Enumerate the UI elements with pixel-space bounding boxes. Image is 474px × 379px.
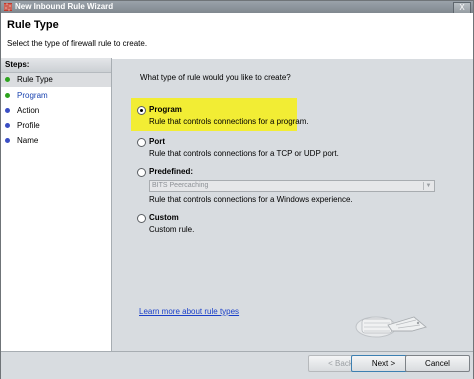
main-content: What type of rule would you like to crea…	[112, 59, 473, 351]
option-title[interactable]: Predefined:	[149, 167, 193, 176]
predefined-radio[interactable]	[137, 168, 146, 177]
steps-header: Steps:	[1, 58, 111, 73]
steps-heading: Steps:	[5, 60, 30, 69]
option-title[interactable]: Program	[149, 105, 182, 114]
predefined-select-value: BITS Peercaching	[152, 182, 209, 189]
selection-highlight	[131, 98, 297, 131]
step-bullet-icon	[5, 93, 10, 98]
wizard-header: Rule Type Select the type of firewall ru…	[1, 13, 473, 60]
step-label: Action	[17, 106, 40, 115]
cancel-button[interactable]: Cancel	[405, 355, 470, 372]
step-profile[interactable]: Profile	[1, 119, 111, 133]
step-label: Program	[17, 91, 48, 100]
option-description: Rule that controls connections for a pro…	[149, 117, 309, 126]
title-bar: New Inbound Rule Wizard X	[1, 1, 473, 14]
steps-panel: Steps: Rule Type Program Action Profile …	[1, 58, 112, 351]
window-title: New Inbound Rule Wizard	[15, 2, 114, 11]
option-title[interactable]: Custom	[149, 213, 179, 222]
chevron-down-icon[interactable]: ▼	[423, 182, 433, 190]
option-description: Rule that controls connections for a TCP…	[149, 149, 339, 158]
step-label: Name	[17, 136, 39, 145]
step-action[interactable]: Action	[1, 104, 111, 118]
option-description: Rule that controls connections for a Win…	[149, 195, 353, 204]
program-radio[interactable]	[137, 106, 146, 115]
firewall-app-icon	[4, 3, 12, 11]
step-current-bullet-icon	[5, 77, 10, 82]
step-label: Profile	[17, 121, 40, 130]
step-program[interactable]: Program	[1, 89, 111, 103]
port-radio[interactable]	[137, 138, 146, 147]
rule-type-question: What type of rule would you like to crea…	[140, 73, 291, 82]
step-rule-type[interactable]: Rule Type	[1, 73, 111, 87]
page-title: Rule Type	[7, 19, 59, 31]
predefined-select[interactable]: BITS Peercaching ▼	[149, 180, 435, 192]
firewall-watermark-icon	[355, 316, 427, 338]
step-label: Rule Type	[17, 75, 53, 84]
step-bullet-icon	[5, 138, 10, 143]
custom-radio[interactable]	[137, 214, 146, 223]
button-bar: < Back Next > Cancel	[1, 351, 473, 379]
wizard-window: New Inbound Rule Wizard X Rule Type Sele…	[0, 0, 474, 379]
learn-more-link[interactable]: Learn more about rule types	[139, 307, 239, 316]
option-description: Custom rule.	[149, 225, 195, 234]
step-name[interactable]: Name	[1, 134, 111, 148]
step-bullet-icon	[5, 108, 10, 113]
step-bullet-icon	[5, 123, 10, 128]
page-subtitle: Select the type of firewall rule to crea…	[7, 39, 148, 48]
option-title[interactable]: Port	[149, 137, 165, 146]
